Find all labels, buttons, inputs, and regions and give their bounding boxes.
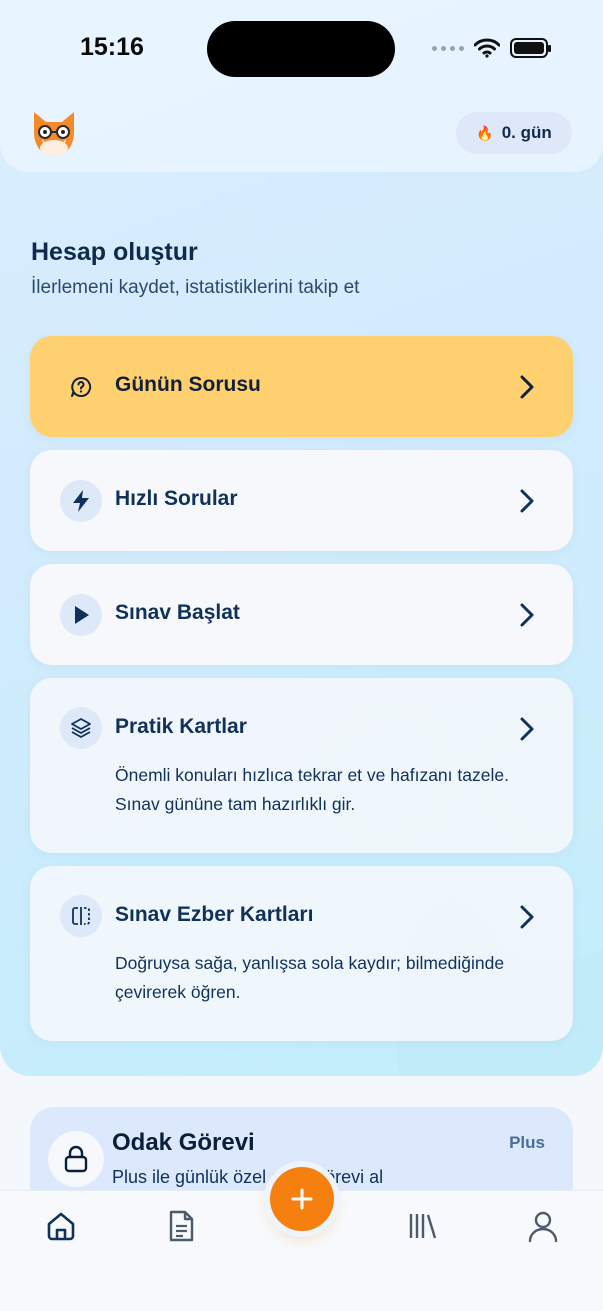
chevron-right-icon bbox=[520, 905, 534, 929]
lightning-icon bbox=[60, 480, 102, 522]
plus-badge: Plus bbox=[509, 1133, 545, 1152]
focus-task-subtitle: Plus ile günlük özel odak görevi al bbox=[112, 1167, 384, 1187]
dynamic-island bbox=[207, 21, 395, 77]
chevron-right-icon bbox=[520, 489, 534, 513]
lock-icon bbox=[48, 1131, 104, 1187]
layers-icon bbox=[60, 707, 102, 749]
quick-questions-card[interactable]: Hızlı Sorular bbox=[30, 450, 573, 551]
library-icon[interactable] bbox=[404, 1208, 440, 1244]
fox-mascot-icon[interactable] bbox=[28, 108, 80, 158]
chevron-right-icon bbox=[520, 375, 534, 399]
wifi-icon bbox=[474, 38, 500, 58]
focus-task-title: Odak Görevi bbox=[112, 1129, 255, 1156]
card-label: Günün Sorusu bbox=[115, 373, 261, 396]
chevron-right-icon bbox=[520, 603, 534, 627]
card-description: Doğruysa sağa, yanlışsa sola kaydır; bil… bbox=[115, 953, 505, 1002]
page-subtitle: İlerlemeni kaydet, istatistiklerini taki… bbox=[31, 277, 360, 298]
card-label: Sınav Başlat bbox=[115, 601, 240, 624]
exam-flash-cards-card[interactable]: Sınav Ezber Kartları Doğruysa sağa, yanl… bbox=[30, 866, 573, 1041]
home-icon[interactable] bbox=[43, 1208, 79, 1244]
signal-icon bbox=[432, 45, 464, 51]
status-indicators bbox=[432, 38, 551, 58]
flip-cards-icon bbox=[60, 895, 102, 937]
chevron-right-icon bbox=[520, 717, 534, 741]
play-icon bbox=[60, 594, 102, 636]
flame-icon: 🔥 bbox=[476, 124, 494, 141]
card-label: Sınav Ezber Kartları bbox=[115, 903, 314, 926]
streak-label: 0. gün bbox=[501, 123, 552, 142]
practice-cards-card[interactable]: Pratik Kartlar Önemli konuları hızlıca t… bbox=[30, 678, 573, 853]
add-button[interactable] bbox=[270, 1167, 334, 1231]
page-title[interactable]: Hesap oluştur bbox=[31, 238, 198, 267]
card-label: Pratik Kartlar bbox=[115, 715, 247, 738]
profile-icon[interactable] bbox=[525, 1208, 561, 1244]
status-time: 15:16 bbox=[80, 33, 144, 61]
card-description: Önemli konuları hızlıca tekrar et ve haf… bbox=[115, 765, 509, 814]
streak-badge[interactable]: 🔥 0. gün bbox=[456, 112, 572, 154]
start-exam-card[interactable]: Sınav Başlat bbox=[30, 564, 573, 665]
add-icon bbox=[291, 1188, 313, 1210]
battery-icon bbox=[510, 38, 551, 58]
document-icon[interactable] bbox=[163, 1208, 199, 1244]
card-label: Hızlı Sorular bbox=[115, 487, 238, 510]
daily-question-card[interactable]: Günün Sorusu bbox=[30, 336, 573, 437]
question-bubble-icon bbox=[60, 366, 102, 408]
